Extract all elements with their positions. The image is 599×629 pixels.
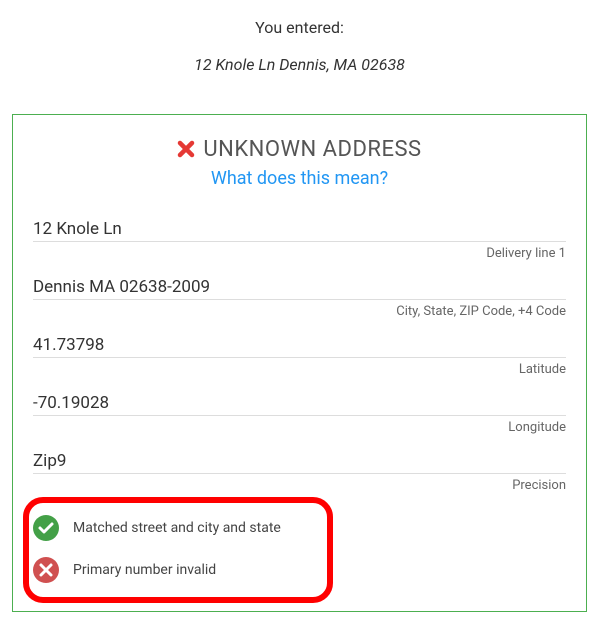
- entered-value: 12 Knole Ln Dennis, MA 02638: [12, 55, 587, 74]
- field-label: City, State, ZIP Code, +4 Code: [33, 304, 566, 319]
- status-text: Matched street and city and state: [73, 520, 281, 536]
- field-value: 12 Knole Ln: [33, 219, 566, 239]
- result-header: UNKNOWN ADDRESS What does this mean?: [33, 137, 566, 189]
- error-icon: [177, 139, 195, 164]
- status-list: Matched street and city and state Primar…: [33, 507, 566, 591]
- x-circle-icon: [33, 557, 59, 583]
- field-precision: Zip9 Precision: [33, 445, 566, 493]
- field-label: Latitude: [33, 362, 566, 377]
- entered-address-block: You entered: 12 Knole Ln Dennis, MA 0263…: [12, 18, 587, 74]
- field-city-state-zip: Dennis MA 02638-2009 City, State, ZIP Co…: [33, 271, 566, 319]
- check-circle-icon: [33, 515, 59, 541]
- field-longitude: -70.19028 Longitude: [33, 387, 566, 435]
- status-item-matched: Matched street and city and state: [33, 507, 566, 549]
- field-label: Precision: [33, 478, 566, 493]
- status-item-invalid: Primary number invalid: [33, 549, 566, 591]
- field-label: Longitude: [33, 420, 566, 435]
- field-value: Dennis MA 02638-2009: [33, 277, 566, 297]
- unknown-address-title: UNKNOWN ADDRESS: [33, 137, 566, 164]
- field-latitude: 41.73798 Latitude: [33, 329, 566, 377]
- entered-label: You entered:: [12, 18, 587, 37]
- result-card: UNKNOWN ADDRESS What does this mean? 12 …: [12, 114, 587, 612]
- field-label: Delivery line 1: [33, 246, 566, 261]
- field-value: 41.73798: [33, 335, 566, 355]
- field-value: -70.19028: [33, 393, 566, 413]
- help-link[interactable]: What does this mean?: [211, 168, 388, 189]
- header-title-text: UNKNOWN ADDRESS: [203, 137, 421, 162]
- status-text: Primary number invalid: [73, 562, 216, 578]
- field-value: Zip9: [33, 451, 566, 471]
- field-delivery-line-1: 12 Knole Ln Delivery line 1: [33, 213, 566, 261]
